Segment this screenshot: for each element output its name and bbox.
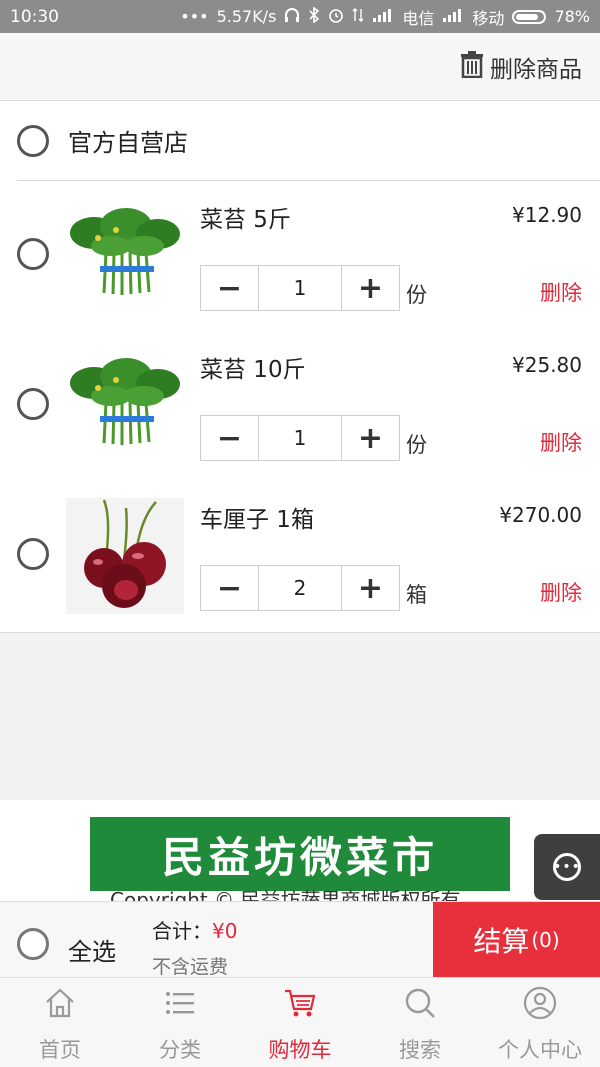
- data-transfer-icon: [352, 7, 364, 27]
- store-row: 官方自营店: [0, 101, 600, 181]
- decrease-button[interactable]: −: [200, 265, 259, 311]
- remove-item-link[interactable]: 删除: [540, 577, 582, 607]
- signal-icon-2: [442, 7, 464, 27]
- trash-icon: [460, 50, 484, 84]
- quantity-stepper: − 1 +: [200, 415, 400, 463]
- item-unit: 份: [406, 283, 427, 307]
- nav-profile[interactable]: 个人中心: [480, 978, 600, 1067]
- nav-label: 首页: [39, 1038, 81, 1062]
- status-bar: 10:30 ••• 5.57K/s 电信 移动 78%: [0, 0, 600, 33]
- nav-home[interactable]: 首页: [0, 978, 120, 1067]
- cart-item: 车厘子 1箱 ¥270.00 − 2 + 箱 删除: [0, 481, 600, 631]
- checkout-label: 结算: [473, 925, 530, 958]
- item-unit: 份: [406, 433, 427, 457]
- quantity-field[interactable]: 1: [259, 265, 341, 311]
- carrier-2: 移动: [472, 8, 505, 28]
- alarm-icon: [328, 7, 344, 27]
- nav-label: 搜索: [399, 1038, 441, 1062]
- headphones-icon: [284, 7, 300, 27]
- item-title: 菜苔 10斤: [200, 357, 306, 383]
- item-title: 菜苔 5斤: [200, 207, 291, 233]
- total-label: 合计：: [152, 919, 212, 943]
- item-select-radio[interactable]: [17, 388, 49, 420]
- status-time: 10:30: [10, 6, 59, 27]
- user-icon: [523, 986, 557, 1020]
- total-summary: 合计：¥0: [152, 915, 237, 944]
- nav-label: 购物车: [268, 1038, 332, 1062]
- decrease-button[interactable]: −: [200, 415, 259, 461]
- brand-banner: 民益坊微菜市: [90, 817, 510, 891]
- cart-item: 菜苔 10斤 ¥25.80 − 1 + 份 删除: [0, 331, 600, 481]
- select-all-label[interactable]: 全选: [68, 932, 116, 967]
- item-price: ¥12.90: [512, 203, 582, 227]
- checkout-count: (0): [531, 928, 560, 952]
- item-select-radio[interactable]: [17, 238, 49, 270]
- item-price: ¥270.00: [499, 503, 582, 527]
- copyright-text: Copyright © 民益坊蔬果商城版权所有: [110, 888, 461, 901]
- list-icon: [163, 986, 197, 1020]
- more-icon: •••: [553, 853, 581, 881]
- more-options-button[interactable]: •••: [534, 834, 600, 900]
- quantity-field[interactable]: 2: [259, 565, 341, 611]
- delete-items-label: 删除商品: [490, 57, 582, 83]
- vegetable-photo: [66, 348, 184, 464]
- delete-items-button[interactable]: 删除商品: [460, 33, 582, 101]
- item-unit: 箱: [406, 583, 427, 607]
- search-icon: [403, 986, 437, 1020]
- cherry-photo: [66, 498, 184, 614]
- cart-icon: [283, 986, 317, 1020]
- status-dots: •••: [180, 7, 209, 26]
- cart-header: 删除商品: [0, 33, 600, 101]
- checkout-button[interactable]: 结算 (0): [433, 902, 600, 978]
- battery-level: 78%: [554, 7, 590, 26]
- quantity-stepper: − 1 +: [200, 265, 400, 313]
- bluetooth-icon: [308, 5, 320, 27]
- nav-search[interactable]: 搜索: [360, 978, 480, 1067]
- quantity-stepper: − 2 +: [200, 565, 400, 613]
- network-speed: 5.57K/s: [216, 7, 277, 26]
- checkout-bar: 全选 合计：¥0 不含运费 结算 (0): [0, 901, 600, 978]
- item-title: 车厘子 1箱: [200, 507, 314, 533]
- status-indicators: ••• 5.57K/s 电信 移动 78%: [180, 5, 590, 29]
- signal-icon: [372, 7, 394, 27]
- battery-icon: [512, 9, 547, 24]
- store-name: 官方自营店: [68, 129, 188, 157]
- increase-button[interactable]: +: [341, 415, 400, 461]
- increase-button[interactable]: +: [341, 265, 400, 311]
- total-value: ¥0: [212, 919, 238, 943]
- shipping-note: 不含运费: [152, 956, 229, 978]
- nav-label: 个人中心: [498, 1038, 582, 1062]
- brand-banner-text: 民益坊微菜市: [161, 832, 438, 882]
- nav-cart[interactable]: 购物车: [240, 978, 360, 1067]
- nav-label: 分类: [159, 1038, 201, 1062]
- item-select-radio[interactable]: [17, 538, 49, 570]
- select-all-radio[interactable]: [17, 928, 49, 960]
- store-select-radio[interactable]: [17, 125, 49, 157]
- increase-button[interactable]: +: [341, 565, 400, 611]
- footer-area: 民益坊微菜市 Copyright © 民益坊蔬果商城版权所有: [0, 800, 600, 901]
- carrier-1: 电信: [402, 8, 435, 28]
- nav-category[interactable]: 分类: [120, 978, 240, 1067]
- decrease-button[interactable]: −: [200, 565, 259, 611]
- quantity-field[interactable]: 1: [259, 415, 341, 461]
- remove-item-link[interactable]: 删除: [540, 427, 582, 457]
- bottom-nav: 首页 分类 购物车 搜索 个人中心: [0, 977, 600, 1067]
- cart-list: 官方自营店 菜苔 5斤 ¥12.90 − 1 + 份 删除 菜苔 10斤 ¥25…: [0, 101, 600, 633]
- cart-item: 菜苔 5斤 ¥12.90 − 1 + 份 删除: [0, 181, 600, 331]
- item-price: ¥25.80: [512, 353, 582, 377]
- home-icon: [43, 986, 77, 1020]
- vegetable-photo: [66, 198, 184, 314]
- remove-item-link[interactable]: 删除: [540, 277, 582, 307]
